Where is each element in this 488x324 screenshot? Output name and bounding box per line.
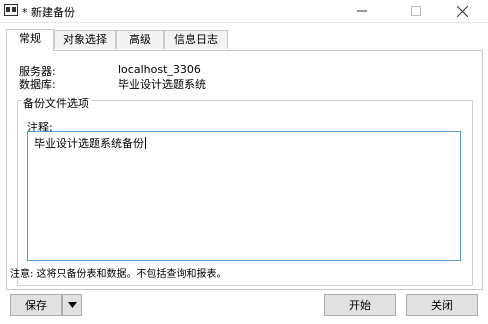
- backup-app-icon: [4, 4, 18, 16]
- backup-options-title: 备份文件选项: [21, 95, 91, 111]
- tab-info-log[interactable]: 信息日志: [164, 30, 228, 49]
- title-bar: * 新建备份: [0, 0, 488, 23]
- maximize-icon: [411, 6, 421, 16]
- footer-note: 注意: 这将只备份表和数据。不包括查询和报表。: [10, 269, 227, 280]
- tab-object-selection[interactable]: 对象选择: [54, 30, 116, 49]
- comment-text: 毕业设计选题系统备份: [34, 137, 146, 150]
- start-button[interactable]: 开始: [324, 294, 396, 316]
- comment-textarea[interactable]: 毕业设计选题系统备份: [27, 131, 461, 261]
- general-panel: 服务器: localhost_3306 数据库: 毕业设计选题系统 备份文件选项…: [6, 50, 483, 290]
- close-button[interactable]: 关闭: [406, 294, 478, 316]
- text-caret: [145, 137, 146, 149]
- close-icon: [456, 5, 468, 17]
- database-label: 数据库:: [19, 78, 56, 91]
- tab-advanced[interactable]: 高级: [116, 30, 164, 49]
- maximize-button[interactable]: [398, 0, 434, 22]
- window-title: * 新建备份: [22, 6, 75, 19]
- database-value: 毕业设计选题系统: [118, 78, 206, 91]
- minimize-icon: [357, 10, 367, 12]
- minimize-button[interactable]: [344, 0, 380, 22]
- chevron-down-icon: [67, 302, 77, 308]
- save-dropdown-button[interactable]: [62, 294, 82, 316]
- save-button[interactable]: 保存: [10, 294, 62, 316]
- close-window-button[interactable]: [444, 0, 480, 22]
- tab-general[interactable]: 常规: [6, 29, 54, 51]
- server-value: localhost_3306: [118, 63, 201, 76]
